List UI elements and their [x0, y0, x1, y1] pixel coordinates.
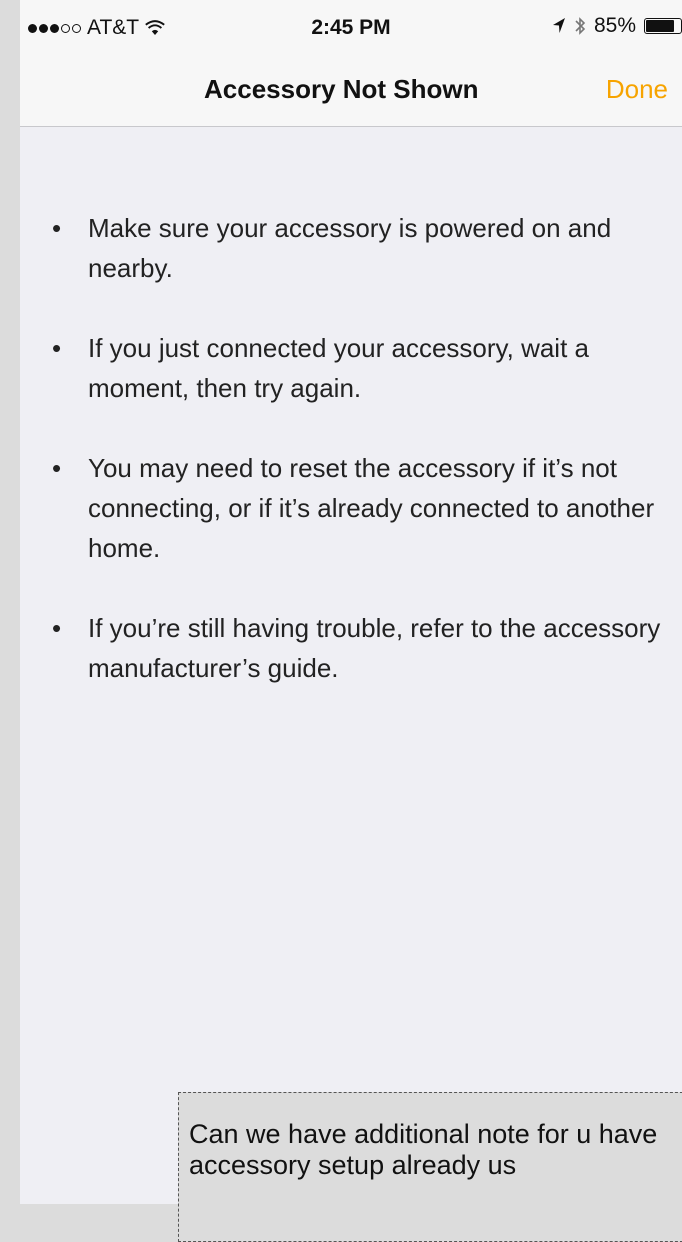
phone-screen: AT&T 2:45 PM 85% Accessory Not Shown Don…	[20, 0, 682, 1204]
tip-text: You may need to reset the accessory if i…	[88, 453, 655, 563]
battery-icon	[644, 18, 682, 34]
location-icon	[552, 18, 565, 33]
annotation-note: Can we have additional note for u have a…	[178, 1092, 682, 1242]
bullet-icon: •	[52, 213, 62, 243]
tip-item: • If you’re still having trouble, refer …	[52, 608, 672, 688]
bullet-icon: •	[52, 453, 62, 483]
tip-text: If you’re still having trouble, refer to…	[88, 613, 661, 683]
tip-text: If you just connected your accessory, wa…	[88, 333, 589, 403]
annotation-note-text: Can we have additional note for u have a…	[189, 1119, 658, 1180]
battery-percent: 85%	[593, 14, 636, 37]
status-bar: AT&T 2:45 PM 85%	[20, 0, 682, 58]
tip-item: • You may need to reset the accessory if…	[52, 448, 672, 568]
bluetooth-icon	[575, 17, 586, 35]
page-title: Accessory Not Shown	[204, 74, 479, 104]
status-right-group: 85%	[552, 14, 682, 38]
tip-item: • Make sure your accessory is powered on…	[52, 208, 672, 288]
battery-level	[646, 20, 675, 32]
done-button[interactable]: Done	[606, 74, 668, 105]
tip-text: Make sure your accessory is powered on a…	[88, 213, 612, 283]
bullet-icon: •	[52, 333, 62, 363]
tips-list: • Make sure your accessory is powered on…	[52, 208, 672, 728]
navigation-bar: Accessory Not Shown Done	[20, 58, 682, 127]
bullet-icon: •	[52, 613, 62, 643]
tip-item: • If you just connected your accessory, …	[52, 328, 672, 408]
